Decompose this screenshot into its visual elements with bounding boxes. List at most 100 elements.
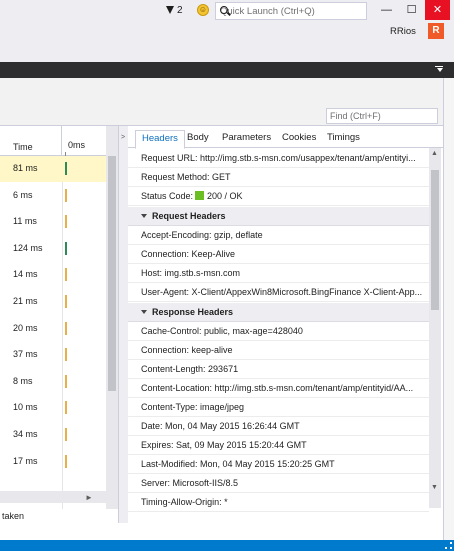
header-text: Content-Location: http://img.stb.s-msn.c… bbox=[141, 383, 414, 393]
timeline-bar bbox=[65, 428, 67, 441]
column-header-timeline[interactable]: 0ms bbox=[62, 126, 106, 156]
header-row[interactable]: Content-Length: 293671 bbox=[128, 360, 429, 379]
feedback-smiley-icon[interactable]: ☺ bbox=[197, 4, 209, 16]
tab-headers[interactable]: Headers bbox=[135, 130, 185, 149]
table-row[interactable]: 21 ms bbox=[0, 289, 106, 315]
column-header-time[interactable]: Time bbox=[0, 126, 62, 156]
avatar[interactable]: R bbox=[428, 23, 444, 39]
tab-timings[interactable]: Timings bbox=[327, 132, 360, 148]
request-url: Request URL: http://img.stb.s-msn.com/us… bbox=[141, 153, 416, 163]
row-time: 124 ms bbox=[13, 242, 43, 253]
timeline-bar bbox=[65, 295, 67, 308]
status-strip bbox=[0, 540, 454, 551]
notification-flag-icon bbox=[166, 6, 174, 14]
header-row[interactable]: Content-Location: http://img.stb.s-msn.c… bbox=[128, 379, 429, 398]
table-row[interactable]: 11 ms bbox=[0, 209, 106, 235]
row-time: 11 ms bbox=[13, 216, 37, 227]
sessions-horizontal-scrollbar[interactable]: ► bbox=[0, 491, 106, 503]
row-time: 14 ms bbox=[13, 269, 38, 280]
table-row[interactable]: 8 ms bbox=[0, 369, 106, 395]
sessions-vertical-scrollbar[interactable] bbox=[106, 126, 118, 509]
timeline-bar bbox=[65, 374, 67, 388]
collapse-triangle-icon[interactable] bbox=[141, 310, 147, 314]
row-time: 20 ms bbox=[13, 322, 38, 333]
row-time: 37 ms bbox=[13, 349, 38, 360]
status-code-row[interactable]: Status Code: 200 / OK bbox=[128, 187, 429, 206]
status-bar: taken bbox=[0, 509, 118, 523]
table-row[interactable]: 124 ms bbox=[0, 236, 106, 262]
table-row[interactable]: 6 ms bbox=[0, 183, 106, 209]
resize-grip-icon[interactable] bbox=[445, 542, 452, 549]
notifications-button[interactable]: 2 bbox=[166, 5, 183, 16]
timeline-bar bbox=[65, 454, 67, 468]
header-row[interactable]: Host: img.stb.s-msn.com bbox=[128, 264, 429, 283]
header-row[interactable]: Connection: Keep-Alive bbox=[128, 245, 429, 264]
timeline-bar bbox=[65, 348, 67, 362]
find-placeholder: Find (Ctrl+F) bbox=[330, 111, 381, 121]
timeline-bar bbox=[65, 401, 67, 415]
minimize-button[interactable]: — bbox=[374, 0, 399, 20]
header-row[interactable]: Last-Modified: Mon, 04 May 2015 15:20:25… bbox=[128, 455, 429, 474]
row-time: 6 ms bbox=[13, 189, 33, 200]
column-header-time-label: Time bbox=[13, 142, 33, 152]
scrollbar-thumb[interactable] bbox=[108, 156, 116, 391]
collapse-arrow-icon[interactable]: > bbox=[121, 134, 125, 141]
tab-parameters[interactable]: Parameters bbox=[222, 132, 271, 148]
header-row[interactable]: Server: Microsoft-IIS/8.5 bbox=[128, 474, 429, 493]
request-method-row[interactable]: Request Method: GET bbox=[128, 168, 429, 187]
table-row[interactable]: 14 ms bbox=[0, 262, 106, 288]
header-row[interactable]: Content-Type: image/jpeg bbox=[128, 398, 429, 417]
header-text: Server: Microsoft-IIS/8.5 bbox=[141, 478, 239, 488]
scrollbar-thumb[interactable] bbox=[431, 170, 439, 310]
header-row[interactable]: Timing-Allow-Origin: * bbox=[128, 493, 429, 512]
quick-launch-input[interactable]: Quick Launch (Ctrl+Q) bbox=[215, 2, 367, 20]
row-time: 17 ms bbox=[13, 455, 38, 466]
close-button[interactable]: ✕ bbox=[425, 0, 450, 20]
header-row[interactable]: Date: Mon, 04 May 2015 16:26:44 GMT bbox=[128, 417, 429, 436]
header-text: Timing-Allow-Origin: * bbox=[141, 497, 228, 507]
details-vertical-scrollbar[interactable]: ▲ ▼ bbox=[429, 148, 441, 508]
status-ok-icon bbox=[195, 191, 205, 200]
table-row[interactable]: 17 ms bbox=[0, 449, 106, 475]
scroll-down-arrow-icon[interactable]: ▼ bbox=[431, 484, 438, 491]
find-input[interactable]: Find (Ctrl+F) bbox=[326, 108, 438, 124]
header-row[interactable]: Expires: Sat, 09 May 2015 15:20:44 GMT bbox=[128, 436, 429, 455]
row-time: 10 ms bbox=[13, 402, 38, 413]
request-url-row[interactable]: Request URL: http://img.stb.s-msn.com/us… bbox=[128, 149, 429, 168]
status-code-label: Status Code: bbox=[141, 191, 194, 201]
header-row[interactable]: Cache-Control: public, max-age=428040 bbox=[128, 322, 429, 341]
header-text: Host: img.stb.s-msn.com bbox=[141, 268, 241, 278]
table-row[interactable]: 20 ms bbox=[0, 316, 106, 342]
header-text: Accept-Encoding: gzip, deflate bbox=[141, 230, 263, 240]
table-row[interactable]: 37 ms bbox=[0, 342, 106, 368]
request-headers-section[interactable]: Request Headers bbox=[128, 207, 429, 226]
pane-splitter[interactable]: > bbox=[118, 126, 128, 523]
table-row[interactable]: 10 ms bbox=[0, 395, 106, 421]
table-row[interactable]: 81 ms bbox=[0, 156, 106, 182]
overflow-chevron-icon[interactable] bbox=[437, 68, 443, 72]
notification-count: 2 bbox=[177, 5, 183, 16]
collapse-triangle-icon[interactable] bbox=[141, 214, 147, 218]
response-headers-title: Response Headers bbox=[152, 307, 234, 317]
toolbar: Find (Ctrl+F) bbox=[0, 78, 443, 126]
header-text: Content-Type: image/jpeg bbox=[141, 402, 245, 412]
response-headers-section[interactable]: Response Headers bbox=[128, 303, 429, 322]
tab-body[interactable]: Body bbox=[187, 132, 209, 148]
header-text: Cache-Control: public, max-age=428040 bbox=[141, 326, 303, 336]
header-row[interactable]: User-Agent: X-Client/AppexWin8Microsoft.… bbox=[128, 283, 429, 302]
row-time: 81 ms bbox=[13, 163, 38, 173]
scroll-up-arrow-icon[interactable]: ▲ bbox=[431, 150, 438, 157]
table-row[interactable]: 34 ms bbox=[0, 422, 106, 448]
header-row[interactable]: Connection: keep-alive bbox=[128, 341, 429, 360]
header-row[interactable]: Accept-Encoding: gzip, deflate bbox=[128, 226, 429, 245]
tab-cookies[interactable]: Cookies bbox=[282, 132, 316, 148]
timeline-bar bbox=[65, 241, 67, 255]
header-text: User-Agent: X-Client/AppexWin8Microsoft.… bbox=[141, 287, 423, 297]
status-code: Status Code: 200 / OK bbox=[141, 191, 243, 201]
timeline-bar bbox=[65, 268, 67, 282]
user-name[interactable]: RRios bbox=[390, 26, 416, 37]
row-time: 8 ms bbox=[13, 375, 33, 386]
header-text: Date: Mon, 04 May 2015 16:26:44 GMT bbox=[141, 421, 300, 431]
maximize-button[interactable]: ☐ bbox=[399, 0, 424, 20]
scroll-right-arrow-icon[interactable]: ► bbox=[85, 493, 93, 502]
